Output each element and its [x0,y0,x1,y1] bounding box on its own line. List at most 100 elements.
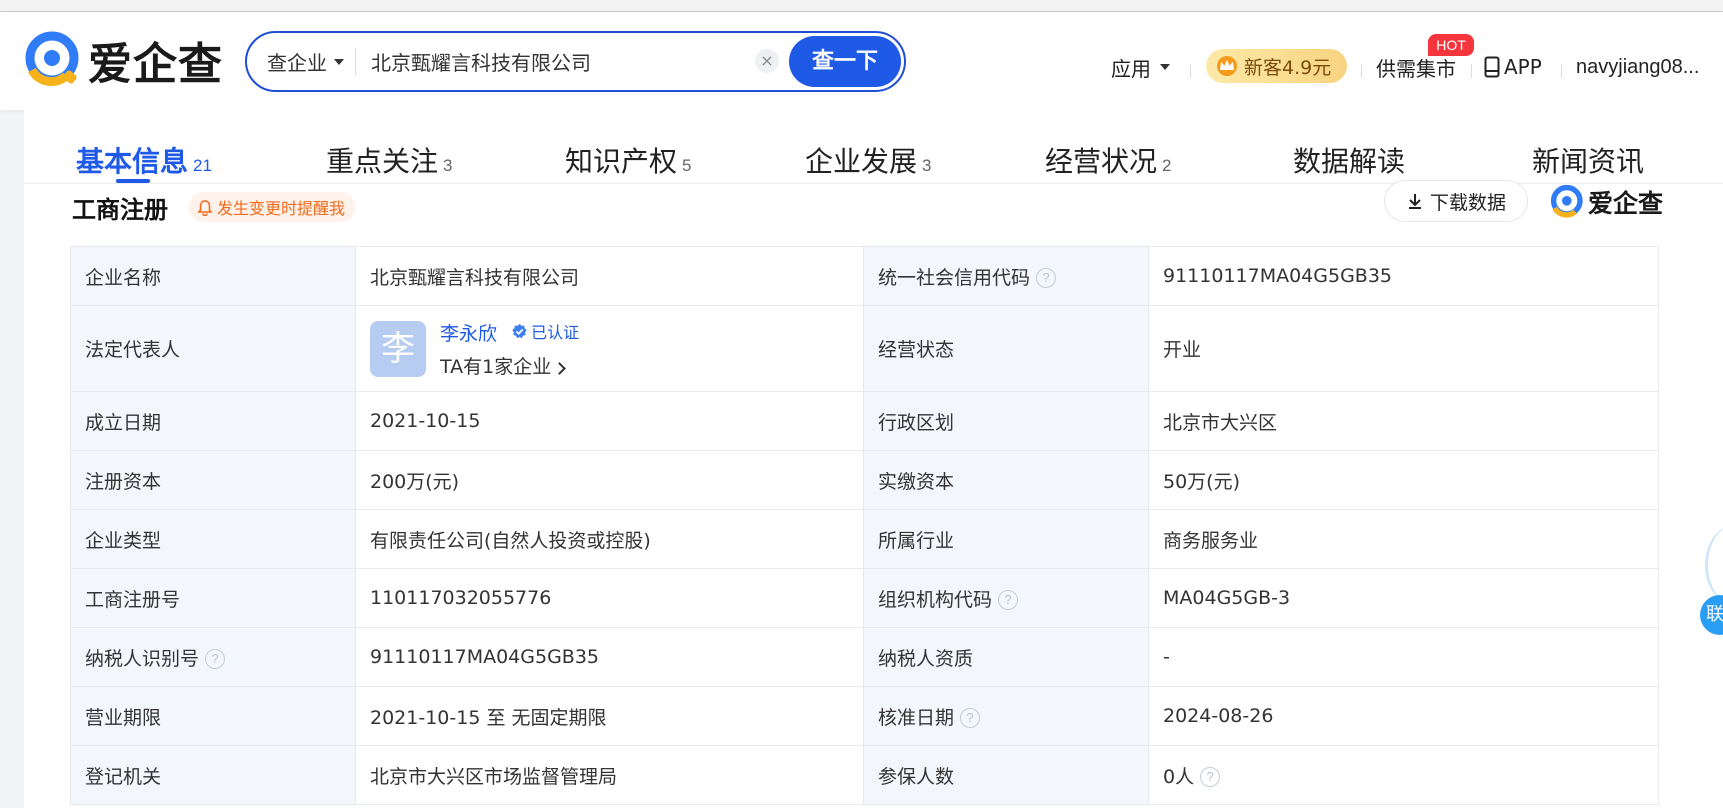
field-label: 统一社会信用代码? [863,246,1149,306]
avatar: 李 [370,320,426,377]
field-value: 91110117MA04G5GB35 [1148,246,1659,306]
bell-icon [197,199,213,216]
field-value: 北京甄耀言科技有限公司 [355,246,864,306]
field-label: 实缴资本 [863,450,1149,510]
download-data-button[interactable]: 下载数据 [1384,180,1528,222]
field-value: 0人? [1148,745,1659,805]
tab-label: 新闻资讯 [1532,145,1645,178]
tab-label: 经营状况 [1045,145,1158,178]
tab-intellectual-property[interactable]: 知识产权 5 [565,140,692,178]
field-label: 经营状态 [863,305,1149,392]
search-input[interactable] [371,42,771,81]
new-customer-offer-button[interactable]: 新客4.9元 [1206,49,1347,83]
app-menu[interactable]: 应用 [1111,52,1170,82]
field-value: 110117032055776 [355,568,864,628]
tab-count: 2 [1162,156,1172,175]
tab-operations[interactable]: 经营状况 2 [1045,140,1172,178]
field-label: 所属行业 [863,509,1149,569]
field-label: 企业名称 [70,246,356,306]
related-companies-link[interactable]: TA有1家企业 [440,352,579,379]
representative-name-link[interactable]: 李永欣 [440,323,497,345]
logo-icon [25,31,79,87]
hot-badge: HOT [1428,34,1474,56]
table-row: 纳税人识别号? 91110117MA04G5GB35 纳税人资质 - [70,627,1659,687]
tab-count: 21 [193,156,212,175]
search-divider [355,48,356,75]
app-link-label: APP [1504,55,1542,79]
field-label: 核准日期? [863,686,1149,746]
tab-count: 3 [443,156,453,175]
tab-label: 企业发展 [805,145,918,178]
crown-icon [1217,56,1237,76]
tab-news[interactable]: 新闻资讯 [1532,140,1644,178]
help-icon[interactable]: ? [1036,268,1057,288]
field-label: 纳税人资质 [863,627,1149,687]
help-icon[interactable]: ? [1200,767,1221,787]
site-header: 爱企查 查企业 × 查一下 应用 新客4.9元 供需集市 HOT APP [0,12,1723,110]
username: navyjiang08... [1576,55,1700,78]
watermark-logo: 爱企查 [1550,183,1663,221]
nav-divider [1471,64,1472,78]
search-type-select[interactable]: 查企业 [267,33,344,90]
field-label: 工商注册号 [70,568,356,628]
logo-icon [1550,184,1583,218]
help-icon[interactable]: ? [960,708,981,728]
caret-down-icon [1160,64,1170,70]
table-row: 企业类型 有限责任公司(自然人投资或控股) 所属行业 商务服务业 [70,509,1659,569]
caret-down-icon [334,58,344,65]
legal-representative-cell: 李 李永欣 已认证 TA有1家企业 [355,305,864,392]
field-label: 成立日期 [70,391,356,451]
field-value: MA04G5GB-3 [1148,568,1659,628]
tab-key-focus[interactable]: 重点关注 3 [326,140,453,178]
table-row: 营业期限 2021-10-15 至 无固定期限 核准日期? 2024-08-26 [70,686,1659,746]
search-box: 查企业 × 查一下 [245,31,906,92]
site-logo[interactable]: 爱企查 [24,30,223,90]
browser-top-strip [0,0,1723,12]
logo-text: 爱企查 [88,39,223,90]
nav-divider [1361,64,1362,78]
table-row: 工商注册号 110117032055776 组织机构代码? MA04G5GB-3 [70,568,1659,628]
field-value: 商务服务业 [1148,509,1659,569]
field-label: 营业期限 [70,686,356,746]
watermark-logo-text: 爱企查 [1588,189,1664,218]
field-value: 200万(元) [355,450,864,510]
search-button[interactable]: 查一下 [789,36,901,87]
table-row: 企业名称 北京甄耀言科技有限公司 统一社会信用代码? 91110117MA04G… [70,246,1659,306]
clear-icon[interactable]: × [755,49,779,73]
field-label: 企业类型 [70,509,356,569]
tab-label: 重点关注 [326,145,439,178]
field-value: 北京市大兴区市场监督管理局 [355,745,864,805]
verified-icon [512,323,527,338]
tab-count: 3 [922,156,932,175]
tab-basic-info[interactable]: 基本信息 21 [76,140,212,178]
app-download-link[interactable]: APP [1484,52,1542,82]
field-label: 法定代表人 [70,305,356,392]
field-label: 行政区划 [863,391,1149,451]
remind-label: 发生变更时提醒我 [217,199,346,218]
tab-count: 5 [682,156,692,175]
field-label: 组织机构代码? [863,568,1149,628]
field-value: 2021-10-15 [355,391,864,451]
tab-label: 基本信息 [76,145,189,178]
user-account-link[interactable]: navyjiang08... [1576,52,1699,82]
table-row: 注册资本 200万(元) 实缴资本 50万(元) [70,450,1659,510]
help-icon[interactable]: ? [998,590,1019,610]
change-reminder-button[interactable]: 发生变更时提醒我 [189,192,356,222]
supply-label: 供需集市 [1376,56,1456,81]
tab-data-insight[interactable]: 数据解读 [1293,140,1405,178]
app-menu-label: 应用 [1111,56,1151,81]
section-title: 工商注册 [72,196,168,224]
verified-label: 已认证 [531,323,580,342]
field-value: 91110117MA04G5GB35 [355,627,864,687]
table-row: 成立日期 2021-10-15 行政区划 北京市大兴区 [70,391,1659,451]
field-value: 2021-10-15 至 无固定期限 [355,686,864,746]
tab-development[interactable]: 企业发展 3 [805,140,932,178]
tab-label: 知识产权 [565,145,678,178]
phone-icon [1484,56,1500,78]
field-label: 注册资本 [70,450,356,510]
help-icon[interactable]: ? [205,649,226,669]
supply-market-link[interactable]: 供需集市 [1376,52,1456,82]
table-row: 登记机关 北京市大兴区市场监督管理局 参保人数 0人? [70,745,1659,805]
nav-divider [1190,64,1191,78]
field-value: 2024-08-26 [1148,686,1659,746]
